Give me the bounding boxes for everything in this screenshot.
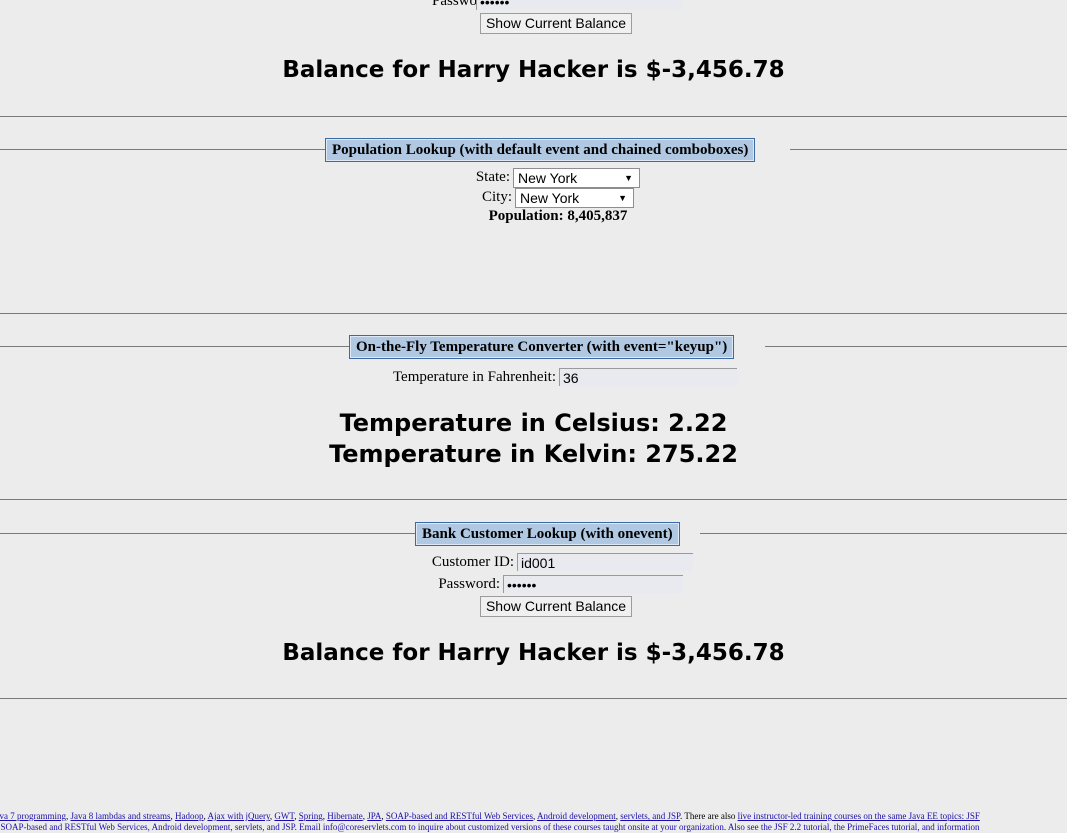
population-legend: Population Lookup (with default event an… (325, 138, 756, 162)
temperature-legend: On-the-Fly Temperature Converter (with e… (349, 335, 735, 359)
footer-links: Java 7 programming, Java 8 lambdas and s… (0, 811, 680, 821)
fahrenheit-label: Temperature in Fahrenheit: (392, 369, 556, 385)
footer-line2-text: a, SOAP-based and RESTful Web Services, … (0, 822, 980, 832)
bank-balance-result: Balance for Harry Hacker is $-3,456.78 (282, 640, 785, 666)
footer-link[interactable]: SOAP-based and RESTful Web Services (386, 811, 533, 821)
city-select-value: New York (520, 190, 580, 206)
state-select[interactable]: New York ▼ (513, 168, 640, 188)
top-show-balance-button[interactable]: Show Current Balance (480, 13, 632, 34)
customer-id-label: Customer ID: (431, 554, 514, 570)
bank-show-balance-button[interactable]: Show Current Balance (480, 596, 632, 617)
footer-link[interactable]: Java 7 programming (0, 811, 66, 821)
fieldset-border-right (765, 346, 1067, 347)
footer-training-link[interactable]: live instructor-led training courses on … (738, 811, 980, 821)
city-label: City: (481, 189, 512, 205)
top-password-label: Password: (432, 0, 494, 9)
fahrenheit-input[interactable]: 36 (559, 368, 737, 386)
kelvin-result: Temperature in Kelvin: 275.22 (329, 440, 738, 468)
footer-link[interactable]: JPA (367, 811, 381, 821)
city-select[interactable]: New York ▼ (515, 188, 634, 208)
footer-link[interactable]: Spring (299, 811, 323, 821)
state-label: State: (475, 169, 510, 185)
chevron-down-icon: ▼ (618, 193, 627, 203)
divider (0, 313, 1067, 314)
divider (0, 499, 1067, 500)
footer-line-1: Java 7 programming, Java 8 lambdas and s… (0, 811, 1067, 821)
divider (0, 698, 1067, 699)
footer-line1-tail: . There are also (680, 811, 738, 821)
top-balance-result: Balance for Harry Hacker is $-3,456.78 (282, 57, 785, 83)
footer-link[interactable]: Ajax with jQuery (207, 811, 269, 821)
footer-link[interactable]: Java 8 lambdas and streams (70, 811, 170, 821)
fieldset-border-left (0, 149, 326, 150)
fieldset-border-left (0, 346, 350, 347)
footer-link[interactable]: Hibernate (327, 811, 362, 821)
bank-legend: Bank Customer Lookup (with onevent) (415, 522, 680, 546)
bank-password-label: Password: (438, 576, 500, 592)
footer-link[interactable]: servlets, and JSP (620, 811, 680, 821)
state-select-value: New York (518, 170, 578, 186)
fieldset-border-left (0, 533, 416, 534)
footer-line-2: a, SOAP-based and RESTful Web Services, … (0, 822, 1067, 832)
fieldset-border-right (790, 149, 1067, 150)
fieldset-border-right (700, 533, 1067, 534)
population-result: Population: 8,405,837 (488, 208, 628, 224)
footer-link[interactable]: Hadoop (175, 811, 204, 821)
chevron-down-icon: ▼ (624, 173, 633, 183)
customer-id-input[interactable]: id001 (517, 553, 693, 571)
divider (0, 116, 1067, 117)
bank-password-field[interactable]: •••••• (503, 575, 683, 593)
footer-link[interactable]: Android development (537, 811, 616, 821)
top-password-field[interactable]: •••••• (476, 0, 682, 10)
footer-link[interactable]: GWT (274, 811, 294, 821)
celsius-result: Temperature in Celsius: 2.22 (339, 409, 728, 437)
